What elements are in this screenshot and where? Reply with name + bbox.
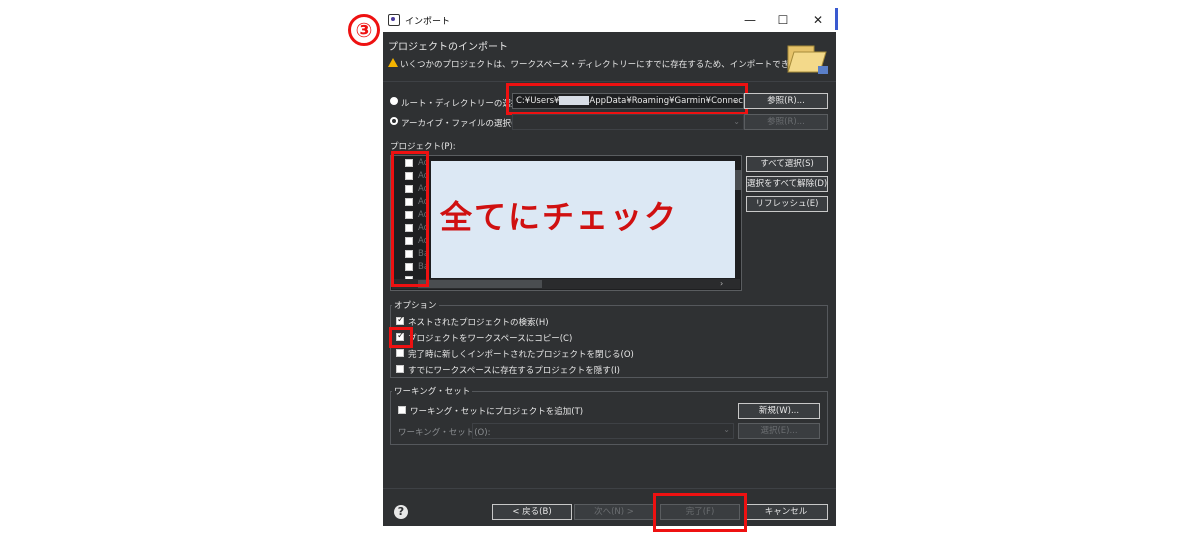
window-edge	[835, 8, 838, 30]
close-button[interactable]: ✕	[807, 12, 829, 28]
select-working-set-button[interactable]: 選択(E)...	[738, 423, 820, 439]
eclipse-app-icon	[388, 14, 400, 26]
option-label-close: 完了時に新しくインポートされたプロジェクトを閉じる(O)	[408, 350, 634, 360]
option-label-copy: プロジェクトをワークスペースにコピー(C)	[408, 334, 573, 344]
browse-archive-button[interactable]: 参照(R)...	[744, 114, 828, 130]
dialog-header-title: プロジェクトのインポート	[388, 42, 508, 53]
minimize-button[interactable]: —	[739, 12, 761, 28]
option-label-hide: すでにワークスペースに存在するプロジェクトを隠す(I)	[408, 366, 620, 376]
option-checkbox-hide[interactable]	[396, 365, 404, 373]
archive-file-combo[interactable]: ⌄	[512, 114, 744, 130]
vertical-scrollbar-thumb[interactable]	[735, 170, 741, 190]
highlight-root-path	[506, 83, 748, 115]
chevron-down-icon: ⌄	[723, 425, 730, 434]
refresh-button[interactable]: リフレッシュ(E)	[746, 196, 828, 212]
option-checkbox-close[interactable]	[396, 349, 404, 357]
new-working-set-button[interactable]: 新規(W)...	[738, 403, 820, 419]
window-title: インポート	[405, 17, 451, 27]
warning-icon	[388, 58, 398, 67]
archive-file-radio[interactable]	[390, 117, 398, 125]
option-label-nested: ネストされたプロジェクトの検索(H)	[408, 318, 549, 328]
options-group-label: オプション	[392, 299, 439, 311]
window-titlebar: インポート — ☐ ✕	[383, 8, 836, 32]
scroll-right-icon[interactable]: ›	[720, 279, 723, 288]
warning-message: いくつかのプロジェクトは、ワークスペース・ディレクトリーにすでに存在するため、イ…	[400, 60, 815, 70]
working-set-group-label: ワーキング・セット	[392, 385, 473, 397]
option-checkbox-nested[interactable]	[396, 315, 405, 325]
cancel-button[interactable]: キャンセル	[744, 504, 828, 520]
working-set-add-label: ワーキング・セットにプロジェクトを追加(T)	[410, 407, 584, 417]
working-set-checkbox[interactable]	[398, 406, 406, 414]
highlight-finish-button	[653, 493, 747, 532]
maximize-button[interactable]: ☐	[772, 12, 794, 28]
working-set-combo[interactable]: ⌄	[472, 423, 734, 439]
root-directory-radio[interactable]	[390, 97, 398, 105]
next-button[interactable]: 次へ(N) >	[574, 504, 654, 520]
chevron-down-icon: ⌄	[733, 117, 740, 126]
back-button[interactable]: < 戻る(B)	[492, 504, 572, 520]
deselect-all-button[interactable]: 選択をすべて解除(D)	[746, 176, 828, 192]
highlight-copy-option	[389, 327, 413, 348]
annotation-text: 全てにチェック	[440, 198, 679, 236]
help-icon[interactable]: ?	[394, 505, 408, 519]
step-number-marker: ③	[348, 14, 380, 46]
browse-root-button[interactable]: 参照(R)...	[744, 93, 828, 109]
horizontal-scrollbar-thumb[interactable]	[418, 280, 542, 288]
highlight-checkbox-column	[391, 151, 429, 287]
select-all-button[interactable]: すべて選択(S)	[746, 156, 828, 172]
archive-file-label: アーカイブ・ファイルの選択(A):	[401, 119, 527, 129]
open-folder-icon	[787, 45, 828, 74]
